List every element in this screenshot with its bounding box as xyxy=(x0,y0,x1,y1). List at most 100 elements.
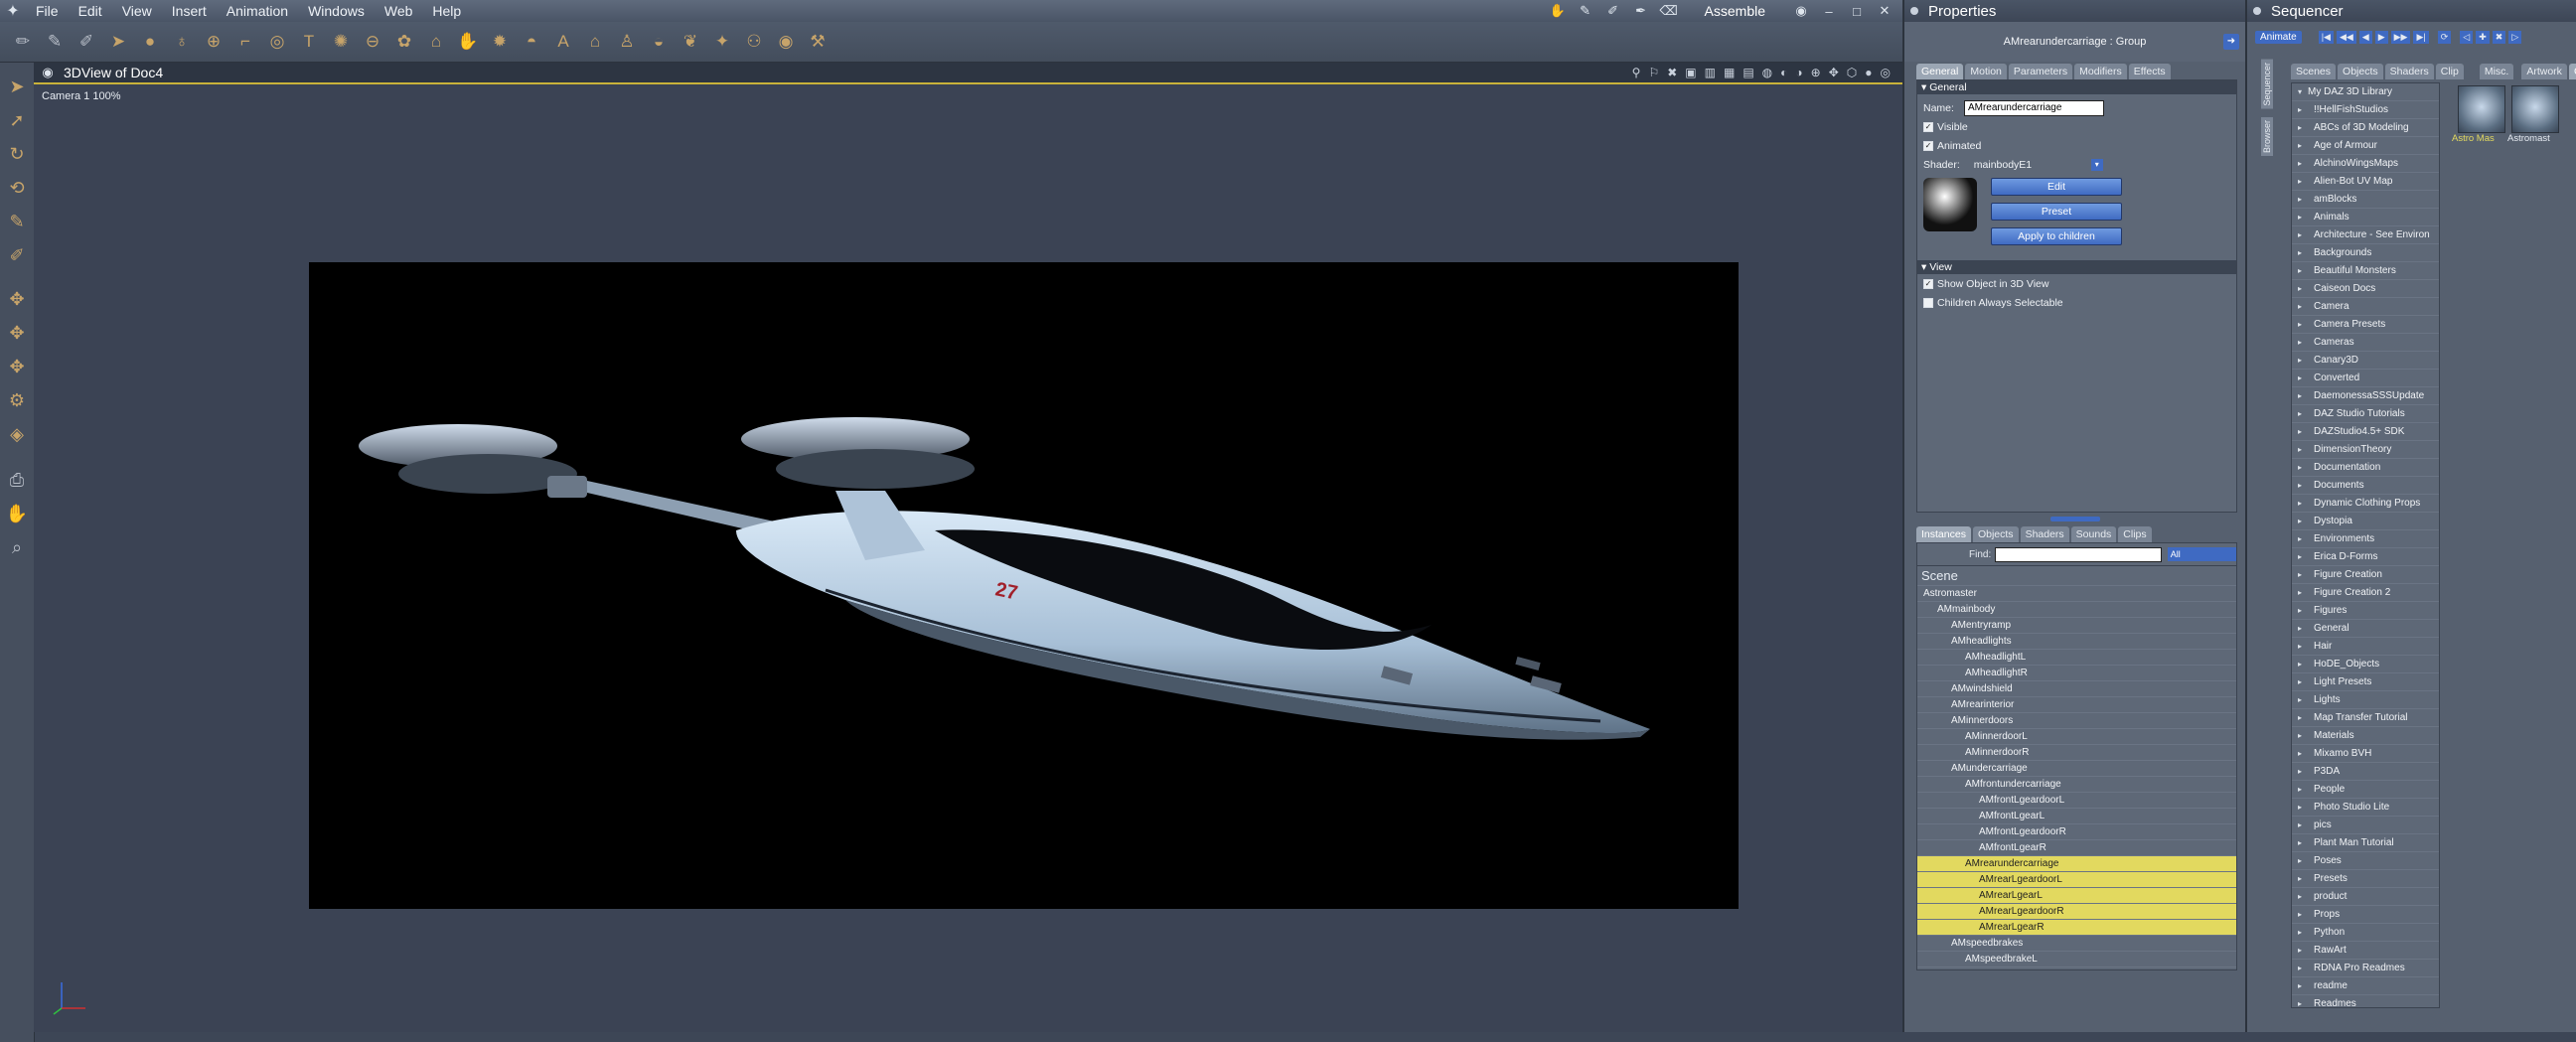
expand-arrow-icon[interactable]: ▸ xyxy=(2298,320,2308,329)
sun-icon[interactable]: ✹ xyxy=(487,29,513,55)
aux-icon[interactable]: ◑ xyxy=(1795,66,1802,79)
library-item[interactable]: ▸ Light Presets xyxy=(2292,673,2439,691)
scene-tree-item[interactable]: AMfrontLgeardoorL xyxy=(1917,793,2236,809)
expand-arrow-icon[interactable]: ▸ xyxy=(2298,356,2308,365)
select-tool-icon[interactable]: ➤ xyxy=(105,29,131,55)
expand-arrow-icon[interactable]: ▸ xyxy=(2298,731,2308,740)
expand-arrow-icon[interactable]: ▸ xyxy=(2298,999,2308,1007)
scene-tree-item[interactable]: AMspeedbrakes xyxy=(1917,936,2236,952)
expand-arrow-icon[interactable]: ▸ xyxy=(2298,803,2308,812)
library-item[interactable]: ▸ Props xyxy=(2292,906,2439,924)
menu-animation[interactable]: Animation xyxy=(217,3,298,19)
expand-arrow-icon[interactable]: ▸ xyxy=(2298,820,2308,829)
scene-tree-item[interactable]: AMrearLgeardoorL xyxy=(1917,872,2236,888)
expand-arrow-icon[interactable]: ▸ xyxy=(2298,785,2308,794)
expand-arrow-icon[interactable]: ▸ xyxy=(2298,177,2308,186)
pan-icon[interactable]: ✋ xyxy=(3,500,31,527)
move-icon[interactable]: ➚ xyxy=(3,106,31,134)
library-item[interactable]: ▸ Beautiful Monsters xyxy=(2292,262,2439,280)
brush-tool-icon[interactable]: ✐ xyxy=(1605,3,1621,19)
library-item[interactable]: ▸ Materials xyxy=(2292,727,2439,745)
visible-checkbox[interactable]: ✓ xyxy=(1923,121,1933,132)
library-item[interactable]: ▸ Python xyxy=(2292,924,2439,942)
library-item[interactable]: ▸ readme xyxy=(2292,977,2439,995)
torus-icon[interactable]: ◎ xyxy=(264,29,290,55)
age-icon[interactable]: A xyxy=(550,29,576,55)
library-item[interactable]: ▸ Map Transfer Tutorial xyxy=(2292,709,2439,727)
library-item[interactable]: ▸ Age of Armour xyxy=(2292,137,2439,155)
expand-arrow-icon[interactable]: ▸ xyxy=(2298,248,2308,257)
library-item[interactable]: ▸ Converted xyxy=(2292,370,2439,387)
tab-objects[interactable]: Objects xyxy=(2338,64,2383,79)
globe-icon[interactable]: ⊕ xyxy=(201,29,227,55)
scene-tree-item[interactable]: AMundercarriage xyxy=(1917,761,2236,777)
library-item[interactable]: ▸ DimensionTheory xyxy=(2292,441,2439,459)
expand-arrow-icon[interactable]: ▸ xyxy=(2298,517,2308,525)
scene-tree-item[interactable]: AMinnerdoorR xyxy=(1917,745,2236,761)
library-item[interactable]: ▸ Environments xyxy=(2292,530,2439,548)
expand-arrow-icon[interactable]: ▸ xyxy=(2298,928,2308,937)
tab-shaders[interactable]: Shaders xyxy=(2020,526,2069,542)
scene-tree-item[interactable]: AMinnerdoors xyxy=(1917,713,2236,729)
scale-icon[interactable]: ⚙ xyxy=(3,386,31,414)
hierarchy-icon[interactable]: ⚇ xyxy=(741,29,767,55)
play-icon[interactable]: ▶ xyxy=(2374,30,2388,44)
room-mode-label[interactable]: Assemble xyxy=(1705,3,1765,19)
goblet-icon[interactable]: ♁ xyxy=(169,29,195,55)
library-item[interactable]: ▸ Backgrounds xyxy=(2292,244,2439,262)
expand-arrow-icon[interactable]: ▸ xyxy=(2298,159,2308,168)
translate-x-icon[interactable]: ✥ xyxy=(3,285,31,313)
scene-tree-item[interactable]: AMfrontundercarriage xyxy=(1917,777,2236,793)
bone-tool-icon[interactable]: ✐ xyxy=(74,29,99,55)
library-item[interactable]: ▸ DAZ Studio Tutorials xyxy=(2292,405,2439,423)
scene-tree-item[interactable]: AMrearLgearR xyxy=(1917,920,2236,936)
expand-arrow-icon[interactable]: ▸ xyxy=(2298,910,2308,919)
camera-cube-icon[interactable]: ⚲ xyxy=(1632,66,1641,79)
library-item[interactable]: ▸ AlchinoWingsMaps xyxy=(2292,155,2439,173)
pin-icon[interactable] xyxy=(2253,7,2261,15)
scene-tree-item[interactable]: AMheadlightR xyxy=(1917,666,2236,681)
sphere-view-icon[interactable]: ● xyxy=(1865,66,1872,79)
menu-insert[interactable]: Insert xyxy=(162,3,217,19)
menu-view[interactable]: View xyxy=(112,3,162,19)
expand-arrow-icon[interactable]: ▸ xyxy=(2298,552,2308,561)
library-item[interactable]: ▸ Figures xyxy=(2292,602,2439,620)
preset-button[interactable]: Preset xyxy=(1991,203,2122,221)
library-item[interactable]: ▸ Poses xyxy=(2292,852,2439,870)
scene-tree-item[interactable]: AMfrontLgearR xyxy=(1917,840,2236,856)
end-icon[interactable]: ▶| xyxy=(2413,30,2429,44)
library-item[interactable]: ▸ General xyxy=(2292,620,2439,638)
translate-y-icon[interactable]: ✥ xyxy=(3,319,31,347)
show-object-checkbox[interactable]: ✓ xyxy=(1923,278,1933,289)
expand-arrow-icon[interactable]: ▸ xyxy=(2298,391,2308,400)
layout-view-icon[interactable]: ▤ xyxy=(1743,66,1753,79)
hand-tool-icon[interactable]: ✋ xyxy=(1549,3,1565,19)
scene-tree-item[interactable]: AMrearLgeardoorR xyxy=(1917,904,2236,920)
library-item[interactable]: ▸ RawArt xyxy=(2292,942,2439,960)
target-icon[interactable]: ◉ xyxy=(773,29,799,55)
library-item[interactable]: ▸ People xyxy=(2292,781,2439,799)
library-item[interactable]: ▸ Figure Creation xyxy=(2292,566,2439,584)
expand-arrow-icon[interactable]: ▸ xyxy=(2298,338,2308,347)
plate-icon[interactable]: ⊖ xyxy=(360,29,385,55)
expand-arrow-icon[interactable]: ▸ xyxy=(2298,981,2308,990)
flower-icon[interactable]: ✿ xyxy=(391,29,417,55)
pipe-icon[interactable]: ⌐ xyxy=(232,29,258,55)
animate-button[interactable]: Animate xyxy=(2255,30,2302,44)
name-field[interactable]: AMrearundercarriage xyxy=(1963,99,2104,116)
library-item[interactable]: ▸ Readmes xyxy=(2292,995,2439,1007)
animated-checkbox[interactable]: ✓ xyxy=(1923,140,1933,151)
splitter-handle[interactable] xyxy=(1904,513,2245,524)
loop-icon[interactable]: ⟳ xyxy=(2437,30,2452,44)
library-item[interactable]: ▸ product xyxy=(2292,888,2439,906)
expand-arrow-icon[interactable]: ▸ xyxy=(2298,874,2308,883)
prev-key-icon[interactable]: ◀◀ xyxy=(2336,30,2356,44)
library-item[interactable]: ▸ Camera xyxy=(2292,298,2439,316)
rotate-icon[interactable]: ↻ xyxy=(3,140,31,168)
tab-instances[interactable]: Instances xyxy=(1916,526,1971,542)
house-icon[interactable]: ⌂ xyxy=(582,29,608,55)
expand-arrow-icon[interactable]: ▸ xyxy=(2298,105,2308,114)
expand-arrow-icon[interactable]: ▸ xyxy=(2298,213,2308,222)
expand-arrow-icon[interactable]: ▸ xyxy=(2298,123,2308,132)
library-item[interactable]: ▸ Architecture - See Environ xyxy=(2292,226,2439,244)
